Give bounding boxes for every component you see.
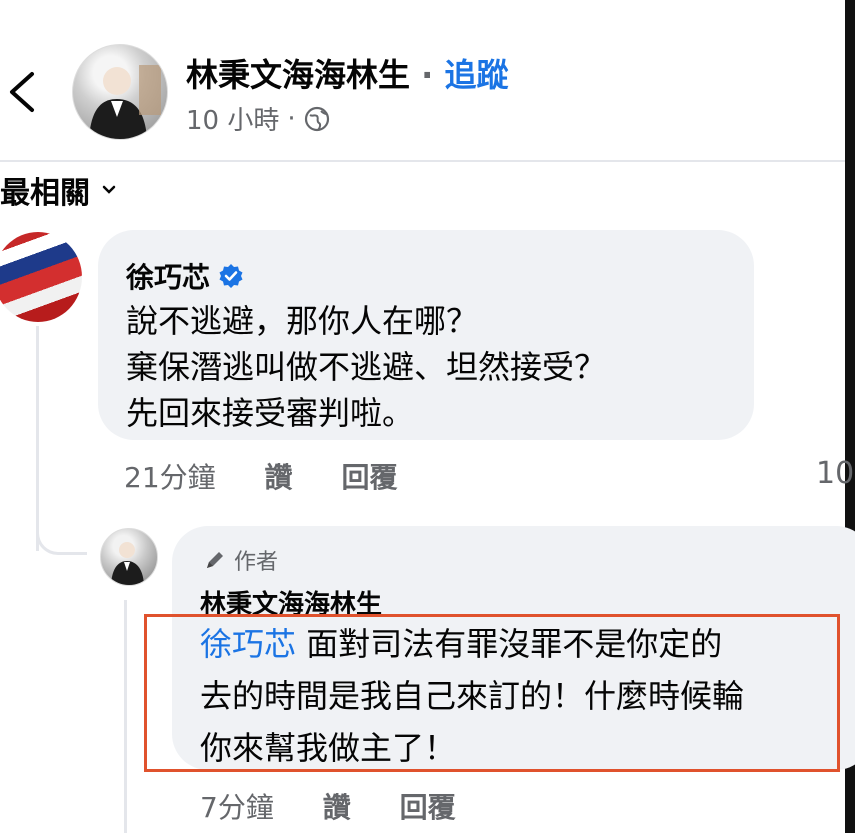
verified-badge-icon (219, 264, 243, 288)
comment-author-line: 徐巧芯 (126, 256, 244, 296)
chevron-left-icon[interactable] (4, 68, 38, 116)
reply-like-button[interactable]: 讚 (323, 791, 351, 824)
comment-line: 說不逃避，那你人在哪？ (126, 302, 479, 340)
author-badge: 作者 (204, 544, 278, 576)
comment-time[interactable]: 21分鐘 (124, 461, 216, 494)
header-divider (0, 160, 845, 162)
reply-thread-line (124, 600, 127, 833)
post-author-line: 林秉文海海林生 · 追蹤 (186, 50, 508, 96)
thread-connector-curve (36, 518, 87, 555)
post-timestamp-line: 10 小時 · (186, 100, 330, 137)
post-time[interactable]: 10 小時 (186, 100, 279, 137)
reply-reply-button[interactable]: 回覆 (400, 791, 456, 824)
highlight-annotation-box (144, 614, 840, 772)
comment-sort-dropdown[interactable]: 最相關 (0, 168, 118, 212)
pen-icon (207, 552, 223, 568)
comment-author-name[interactable]: 徐巧芯 (126, 256, 210, 296)
reply-meta: 7分鐘 讚 回覆 (200, 786, 496, 826)
time-separator: · (287, 103, 296, 134)
sort-label: 最相關 (0, 176, 90, 211)
reaction-count[interactable]: 10 (816, 456, 854, 491)
comment-text: 說不逃避，那你人在哪？ 棄保潛逃叫做不逃避、坦然接受？ 先回來接受審判啦。 (126, 298, 606, 436)
like-button[interactable]: 讚 (265, 461, 293, 494)
comment-meta: 21分鐘 讚 回覆 (124, 456, 437, 496)
commenter-avatar[interactable] (0, 232, 82, 322)
header-separator: · (421, 56, 434, 94)
reply-button[interactable]: 回覆 (341, 461, 397, 494)
globe-icon (304, 106, 329, 131)
reply-author-avatar[interactable] (100, 528, 158, 586)
chevron-down-icon (102, 185, 116, 194)
reply-time[interactable]: 7分鐘 (200, 791, 274, 824)
author-badge-label: 作者 (234, 550, 279, 575)
post-author-name[interactable]: 林秉文海海林生 (186, 56, 410, 94)
follow-button[interactable]: 追蹤 (444, 56, 508, 94)
comment-line: 先回來接受審判啦。 (126, 394, 415, 432)
author-avatar[interactable] (72, 44, 168, 140)
comment-line: 棄保潛逃叫做不逃避、坦然接受？ (126, 348, 607, 386)
